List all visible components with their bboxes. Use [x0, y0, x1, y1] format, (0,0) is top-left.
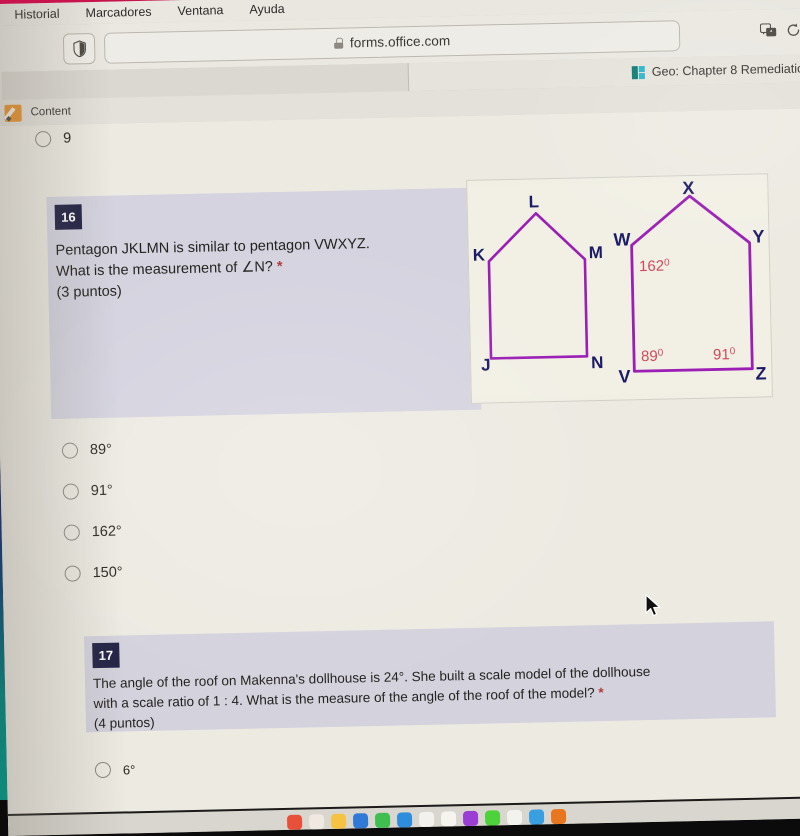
dock-icon-9[interactable]: [462, 810, 478, 827]
radio-icon[interactable]: [64, 565, 81, 582]
question-16-text: Pentagon JKLMN is similar to pentagon VW…: [55, 232, 464, 304]
option-label: 89°: [89, 441, 113, 459]
forms-page-body: 9 16 Pentagon JKLMN is similar to pentag…: [0, 107, 800, 827]
dock-icon-5[interactable]: [374, 812, 390, 829]
option-162[interactable]: 162°: [63, 523, 122, 541]
option-label: 150°: [92, 564, 123, 582]
menu-item-marcadores[interactable]: Marcadores: [85, 5, 151, 20]
radio-icon[interactable]: [34, 130, 52, 148]
mouse-cursor: [645, 594, 661, 617]
option-89[interactable]: 89°: [61, 441, 120, 459]
required-asterisk: *: [276, 258, 283, 276]
dock-icon-12[interactable]: [528, 809, 544, 825]
vertex-label-Y: Y: [752, 226, 764, 246]
vertex-label-M: M: [589, 243, 604, 262]
mac-screen: Historial Marcadores Ventana Ayuda forms…: [0, 0, 800, 836]
option-label: 91°: [90, 482, 113, 500]
vertex-label-W: W: [613, 229, 630, 249]
dock-icon-13[interactable]: [550, 808, 566, 825]
radio-icon[interactable]: [62, 483, 80, 500]
vertex-label-K: K: [473, 245, 486, 264]
vertex-label-X: X: [682, 178, 694, 198]
dock-icon-4[interactable]: [352, 813, 368, 829]
dock-icon-8[interactable]: [440, 811, 456, 827]
pentagon-diagram-svg: J K L M N V W X Y Z 1620 890 910: [467, 178, 772, 397]
required-asterisk: *: [598, 685, 604, 701]
address-bar[interactable]: forms.office.com: [103, 20, 681, 64]
translate-icon[interactable]: [759, 23, 777, 38]
vertex-label-V: V: [618, 366, 630, 386]
menu-item-historial[interactable]: Historial: [14, 7, 59, 22]
dock-icon-6[interactable]: [396, 812, 412, 828]
option-6[interactable]: 6°: [94, 761, 136, 779]
dock-icon-7[interactable]: [418, 811, 434, 828]
stray-option-label: 9: [62, 130, 72, 147]
pencil-icon: [4, 104, 22, 122]
lock-icon: [333, 37, 344, 49]
toolbar-icons: [759, 23, 800, 39]
question-16-line2: What is the measurement of ∠N?: [55, 259, 274, 280]
menu-item-ayuda[interactable]: Ayuda: [249, 2, 285, 17]
vertex-label-Z: Z: [755, 363, 766, 383]
option-label: 162°: [91, 523, 122, 541]
radio-icon[interactable]: [94, 761, 112, 779]
dock-icon-3[interactable]: [330, 813, 346, 830]
privacy-shield-button[interactable]: [62, 32, 96, 65]
option-91[interactable]: 91°: [62, 482, 121, 500]
tab-geo-chapter-8[interactable]: Geo: Chapter 8 Remediatio: [631, 55, 800, 87]
option-label: 6°: [122, 761, 136, 778]
question-17-card: 17 The angle of the roof on Makenna's do…: [84, 621, 776, 734]
question-16-card: 16 Pentagon JKLMN is similar to pentagon…: [46, 187, 482, 420]
privacy-shield-icon: [72, 40, 86, 58]
pentagon-diagram-image: J K L M N V W X Y Z 1620 890 910: [466, 173, 773, 404]
vertex-label-J: J: [481, 355, 491, 374]
vertex-label-N: N: [591, 353, 604, 372]
dock-icon-2[interactable]: [308, 814, 324, 830]
tab-title: Geo: Chapter 8 Remediatio: [651, 61, 800, 79]
vertex-label-L: L: [528, 192, 539, 211]
dock-icon-11[interactable]: [506, 809, 522, 826]
option-150[interactable]: 150°: [64, 564, 123, 582]
content-label: Content: [30, 105, 71, 119]
dock-icon-1[interactable]: [286, 814, 302, 830]
menu-item-ventana[interactable]: Ventana: [177, 3, 223, 18]
question-17-text: The angle of the roof on Makenna's dollh…: [93, 659, 766, 734]
radio-icon[interactable]: [63, 524, 80, 541]
question-16-options: 89° 91° 162° 150°: [61, 441, 124, 607]
stray-option-9[interactable]: 9: [34, 130, 72, 148]
radio-icon[interactable]: [61, 442, 79, 459]
url-text: forms.office.com: [349, 33, 451, 51]
dock-icon-10[interactable]: [484, 810, 500, 826]
ms-forms-icon: [631, 65, 645, 79]
question-17-number: 17: [92, 642, 120, 669]
reload-icon[interactable]: [786, 23, 800, 38]
question-16-number: 16: [54, 204, 83, 230]
